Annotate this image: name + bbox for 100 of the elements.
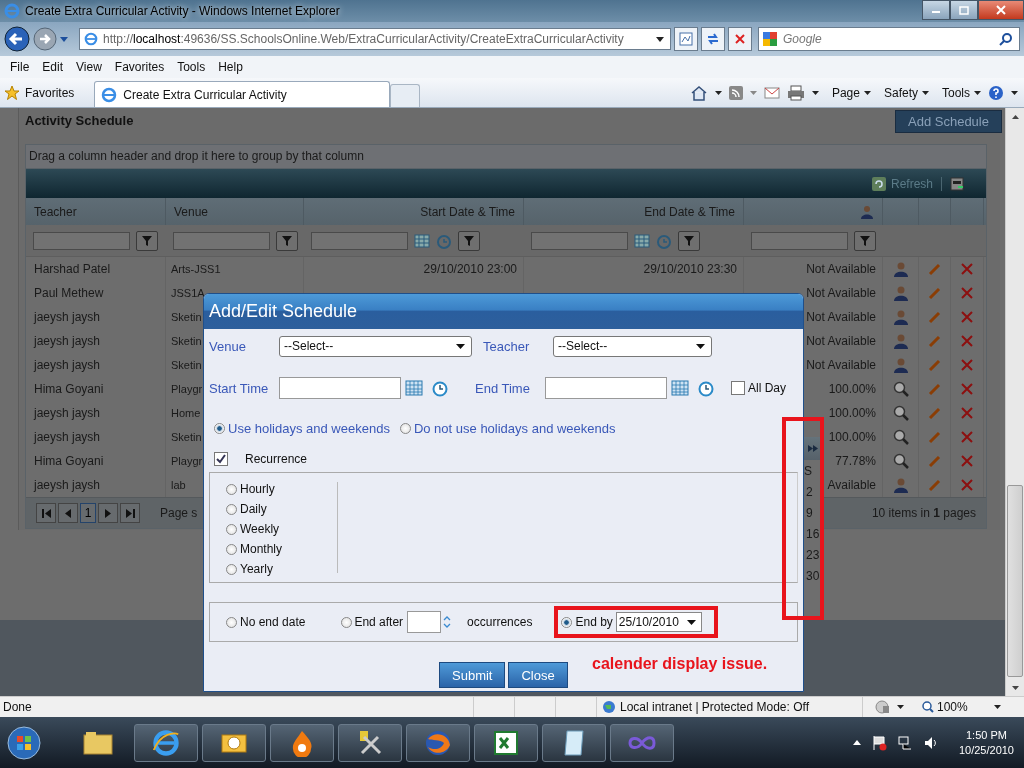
taskbar-button[interactable] <box>338 723 402 762</box>
back-button[interactable] <box>4 26 30 52</box>
page-number-button[interactable]: 1 <box>80 503 96 523</box>
close-button[interactable]: Close <box>508 662 568 688</box>
filter-button[interactable] <box>458 230 480 251</box>
search-icon[interactable] <box>999 32 1013 46</box>
person-icon[interactable] <box>892 357 909 373</box>
show-hidden-icons-button[interactable] <box>852 740 861 745</box>
taskbar-button[interactable] <box>474 723 538 762</box>
first-page-button[interactable] <box>36 503 56 523</box>
magnifier-icon[interactable] <box>892 429 909 445</box>
person-icon[interactable] <box>892 477 909 493</box>
dropdown-caret-icon[interactable] <box>60 36 68 42</box>
filter-input[interactable] <box>173 231 270 250</box>
radio-button[interactable] <box>341 616 353 628</box>
caret-icon[interactable] <box>656 36 664 42</box>
radio-button[interactable] <box>561 616 573 628</box>
minimize-button[interactable] <box>922 0 950 20</box>
taskbar-button[interactable] <box>542 723 606 762</box>
delete-icon[interactable] <box>961 263 973 275</box>
delete-icon[interactable] <box>961 431 973 443</box>
scroll-up-icon[interactable] <box>1011 114 1019 119</box>
person-icon[interactable] <box>892 261 909 277</box>
radio-button[interactable] <box>226 503 237 515</box>
clock-icon[interactable] <box>697 379 715 397</box>
menu-item[interactable]: View <box>70 60 109 74</box>
delete-icon[interactable] <box>961 335 973 347</box>
taskbar-button[interactable] <box>202 723 266 762</box>
magnifier-icon[interactable] <box>892 405 909 421</box>
radio-button[interactable] <box>399 422 411 434</box>
address-field[interactable]: http://localhost:49636/SS.SchoolsOnline.Web/ExtraCurricularActivity/CreateExtraCurricularActivity <box>79 28 671 50</box>
radio-button[interactable] <box>214 422 225 434</box>
filter-input[interactable] <box>531 231 628 250</box>
occurrences-input[interactable] <box>407 611 442 633</box>
maximize-button[interactable] <box>950 0 978 20</box>
previous-page-button[interactable] <box>58 503 78 523</box>
teacher-dropdown[interactable]: --Select-- <box>553 335 712 357</box>
fast-forward-icon[interactable] <box>808 445 818 452</box>
delete-icon[interactable] <box>961 407 973 419</box>
stop-button[interactable] <box>728 27 752 51</box>
calendar-icon[interactable] <box>414 233 430 248</box>
filter-input[interactable] <box>311 231 408 250</box>
scroll-down-icon[interactable] <box>1011 685 1019 690</box>
filter-input[interactable] <box>33 231 130 250</box>
last-page-button[interactable] <box>120 503 140 523</box>
clock[interactable]: 1:50 PM 10/25/2010 <box>958 727 1014 758</box>
filter-button[interactable] <box>276 230 298 251</box>
forward-button[interactable] <box>33 27 57 51</box>
home-icon[interactable] <box>689 84 708 101</box>
csv-export-icon[interactable] <box>950 176 964 191</box>
radio-button[interactable] <box>226 563 237 575</box>
print-icon[interactable] <box>786 84 805 101</box>
scrollbar[interactable] <box>1005 108 1024 696</box>
filter-button[interactable] <box>136 230 158 251</box>
filter-button[interactable] <box>854 230 876 251</box>
menu-item[interactable]: Edit <box>36 60 71 74</box>
delete-icon[interactable] <box>961 455 973 467</box>
end-date-dropdown[interactable]: 25/10/2010 <box>615 612 702 632</box>
menu-item[interactable]: File <box>4 60 37 74</box>
calendar-icon[interactable] <box>671 380 689 396</box>
filter-input[interactable] <box>751 231 848 250</box>
start-time-input[interactable] <box>279 377 401 399</box>
search-field[interactable]: Google <box>758 27 1020 51</box>
new-tab-button[interactable] <box>390 84 421 107</box>
caret-icon[interactable] <box>714 90 722 95</box>
person-icon[interactable] <box>892 285 909 301</box>
radio-button[interactable] <box>226 543 237 555</box>
caret-icon[interactable] <box>1011 90 1018 95</box>
person-icon[interactable] <box>892 333 909 349</box>
delete-icon[interactable] <box>961 287 973 299</box>
submit-button[interactable]: Submit <box>439 662 506 688</box>
all-day-checkbox[interactable] <box>731 381 745 395</box>
command-menu[interactable]: Tools <box>942 85 981 100</box>
calendar-icon[interactable] <box>634 233 650 248</box>
magnifier-icon[interactable] <box>892 381 909 397</box>
caret-icon[interactable] <box>811 90 819 95</box>
delete-icon[interactable] <box>961 479 973 491</box>
venue-dropdown[interactable]: --Select-- <box>279 335 472 357</box>
end-time-input[interactable] <box>545 377 667 399</box>
add-schedule-button[interactable]: Add Schedule <box>895 110 1002 133</box>
menu-item[interactable]: Tools <box>171 60 213 74</box>
magnifier-icon[interactable] <box>892 453 909 469</box>
menu-item[interactable]: Favorites <box>108 60 172 74</box>
help-icon[interactable] <box>988 84 1004 101</box>
flag-icon[interactable] <box>870 734 887 751</box>
clock-icon[interactable] <box>431 379 449 397</box>
spinner-icon[interactable] <box>443 615 452 629</box>
compatibility-view-button[interactable] <box>674 27 698 51</box>
next-page-button[interactable] <box>98 503 118 523</box>
caret-icon[interactable] <box>897 705 904 709</box>
close-button[interactable] <box>978 0 1024 20</box>
person-icon[interactable] <box>892 309 909 325</box>
network-icon[interactable] <box>896 734 913 751</box>
caret-icon[interactable] <box>993 705 1001 709</box>
browser-tab[interactable]: Create Extra Curricular Activity <box>94 81 391 107</box>
feed-icon[interactable] <box>728 85 743 100</box>
delete-icon[interactable] <box>961 359 973 371</box>
mail-icon[interactable] <box>763 86 780 99</box>
filter-button[interactable] <box>678 230 700 251</box>
refresh-button[interactable] <box>701 27 725 51</box>
